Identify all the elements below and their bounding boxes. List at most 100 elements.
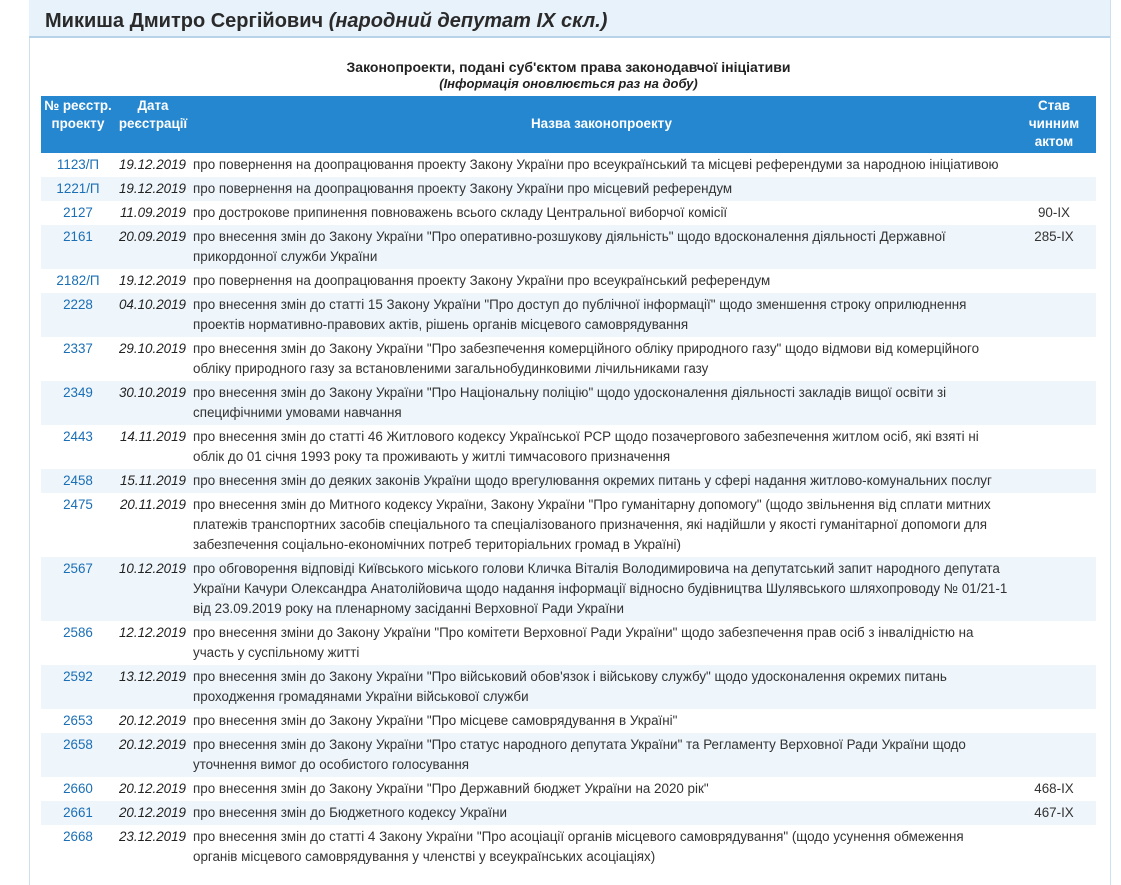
bill-number-cell: 1123/П [41, 153, 115, 177]
bill-title: про внесення змін до статті 15 Закону Ук… [191, 293, 1012, 337]
registration-date: 30.10.2019 [115, 381, 191, 425]
caption-subtitle: (Інформація оновлюється раз на добу) [439, 76, 698, 91]
bill-title: про повернення на доопрацювання проекту … [193, 157, 999, 172]
table-row: 2660 20.12.2019 про внесення змін до Закон… [41, 777, 1096, 801]
registration-date: 20.09.2019 [115, 225, 191, 269]
registration-date: 20.12.2019 [115, 801, 191, 825]
registration-date: 29.10.2019 [118, 341, 186, 356]
bill-number-cell: 2228 [41, 293, 115, 337]
bill-title: про внесення змін до Закону України "Про… [191, 381, 1012, 425]
bill-number-link[interactable]: 1221/П [56, 181, 99, 196]
deputy-role: (народний депутат IX скл.) [328, 10, 608, 32]
bill-number-cell: 2658 [41, 733, 115, 777]
bill-title: про повернення на доопрацювання проекту … [191, 177, 1012, 201]
registration-date: 23.12.2019 [118, 829, 186, 844]
table-row: 2592 13.12.2019 про внесення змін до Закон… [41, 665, 1096, 709]
bill-number-cell: 2661 [41, 801, 115, 825]
bill-number-link[interactable]: 2228 [63, 297, 93, 312]
table-row: 2567 10.12.2019 про обговорення відповіді … [41, 557, 1096, 621]
table-row: 1221/П 19.12.2019 про повернення на доопра… [41, 177, 1096, 201]
table-row: 1123/П 19.12.2019 про повернення на доопра… [41, 153, 1096, 177]
bill-number-link[interactable]: 2182/П [56, 273, 99, 288]
registration-date: 20.12.2019 [115, 733, 191, 777]
bill-number-cell: 2586 [41, 621, 115, 665]
bill-title: про внесення зміни до Закону України "Пр… [193, 625, 974, 660]
bill-title: про внесення змін до Закону України "Про… [193, 713, 678, 728]
bill-title: про внесення змін до Закону України "Про… [191, 225, 1012, 269]
registration-date: 20.12.2019 [118, 781, 186, 796]
table-row: 2458 15.11.2019 про внесення змін до деяки… [41, 469, 1096, 493]
table-row: 2161 20.09.2019 про внесення змін до Закон… [41, 225, 1096, 269]
bill-number-cell: 2349 [41, 381, 115, 425]
registration-date: 15.11.2019 [115, 469, 191, 493]
bill-title: про внесення змін до Митного кодексу Укр… [193, 497, 991, 552]
registration-date: 19.12.2019 [118, 273, 186, 288]
bill-number-link[interactable]: 2337 [63, 341, 93, 356]
bill-title: про внесення змін до деяких законів Укра… [191, 469, 1012, 493]
bill-title: про внесення змін до Закону України "Про… [193, 341, 980, 376]
deputy-name: Микиша Дмитро Сергійович [45, 10, 324, 32]
bill-number-link[interactable]: 2475 [63, 497, 93, 512]
page-title: Микиша Дмитро Сергійович (народний депут… [45, 10, 607, 33]
bill-title: про внесення змін до статті 4 Закону Укр… [193, 829, 964, 864]
column-header-date: Дата реєстрації [115, 96, 191, 153]
enacted-act [1012, 493, 1096, 557]
table-row: 2475 20.11.2019 про внесення змін до Митно… [41, 493, 1096, 557]
bill-number-link[interactable]: 2658 [63, 737, 93, 752]
bill-title: про повернення на доопрацювання проекту … [193, 273, 771, 288]
table-row: 2443 14.11.2019 про внесення змін до статт… [41, 425, 1096, 469]
bill-number-cell: 2668 [41, 825, 115, 869]
table-row: 2127 11.09.2019 про дострокове припинення … [41, 201, 1096, 225]
table-row: 2337 29.10.2019 про внесення змін до Закон… [41, 337, 1096, 381]
bill-number-cell: 2567 [41, 557, 115, 621]
table-row: 2228 04.10.2019 про внесення змін до статт… [41, 293, 1096, 337]
bill-number-link[interactable]: 2668 [63, 829, 93, 844]
registration-date: 12.12.2019 [118, 625, 186, 640]
bill-title: про внесення змін до Закону України "Про… [193, 781, 709, 796]
bill-number-cell: 2443 [41, 425, 115, 469]
bill-number-link[interactable]: 2567 [63, 561, 93, 576]
bill-number-link[interactable]: 2349 [63, 385, 93, 400]
enacted-act [1012, 269, 1096, 293]
bill-title: про внесення змін до Бюджетного кодексу … [191, 801, 1012, 825]
registration-date: 11.09.2019 [119, 205, 186, 220]
enacted-act [1012, 425, 1096, 469]
bill-number-cell: 1221/П [41, 177, 115, 201]
table-row: 2653 20.12.2019 про внесення змін до Закон… [41, 709, 1096, 733]
table-row: 2668 23.12.2019 про внесення змін до статт… [41, 825, 1096, 869]
bill-number-cell: 2475 [41, 493, 115, 557]
bill-title: про внесення змін до Закону України "Про… [191, 733, 1012, 777]
bill-number-link[interactable]: 2458 [63, 473, 93, 488]
bill-number-link[interactable]: 2586 [63, 625, 93, 640]
bill-number-link[interactable]: 1123/П [57, 157, 99, 172]
bill-number-cell: 2592 [41, 665, 115, 709]
enacted-act: 285-IX [1012, 225, 1096, 269]
table-caption: Законопроекти, подані суб'єктом права за… [41, 58, 1096, 92]
registration-date: 14.11.2019 [119, 429, 186, 444]
enacted-act [1012, 293, 1096, 337]
bill-title: про дострокове припинення повноважень вс… [193, 205, 728, 220]
registration-date: 04.10.2019 [115, 293, 191, 337]
bill-number-link[interactable]: 2443 [63, 429, 93, 444]
table-row: 2661 20.12.2019 про внесення змін до Бюдже… [41, 801, 1096, 825]
enacted-act [1012, 177, 1096, 201]
bill-number-link[interactable]: 2660 [63, 781, 93, 796]
caption-title: Законопроекти, подані суб'єктом права за… [346, 59, 791, 75]
bill-number-link[interactable]: 2661 [63, 805, 93, 820]
registration-date: 19.12.2019 [118, 157, 186, 172]
enacted-act [1012, 469, 1096, 493]
registration-date: 13.12.2019 [115, 665, 191, 709]
enacted-act [1012, 825, 1096, 869]
bill-number-link[interactable]: 2653 [63, 713, 93, 728]
enacted-act: 468-IX [1034, 781, 1074, 796]
bill-number-cell: 2660 [41, 777, 115, 801]
bill-number-link[interactable]: 2592 [63, 669, 93, 684]
bill-number-cell: 2182/П [41, 269, 115, 293]
bill-number-link[interactable]: 2161 [63, 229, 93, 244]
table-row: 2586 12.12.2019 про внесення зміни до Зако… [41, 621, 1096, 665]
bill-number-link[interactable]: 2127 [63, 205, 93, 220]
enacted-act [1012, 733, 1096, 777]
bills-table-body: 1123/П 19.12.2019 про повернення на доопра… [41, 153, 1096, 869]
registration-date: 20.11.2019 [119, 497, 186, 512]
enacted-act: 467-IX [1012, 801, 1096, 825]
